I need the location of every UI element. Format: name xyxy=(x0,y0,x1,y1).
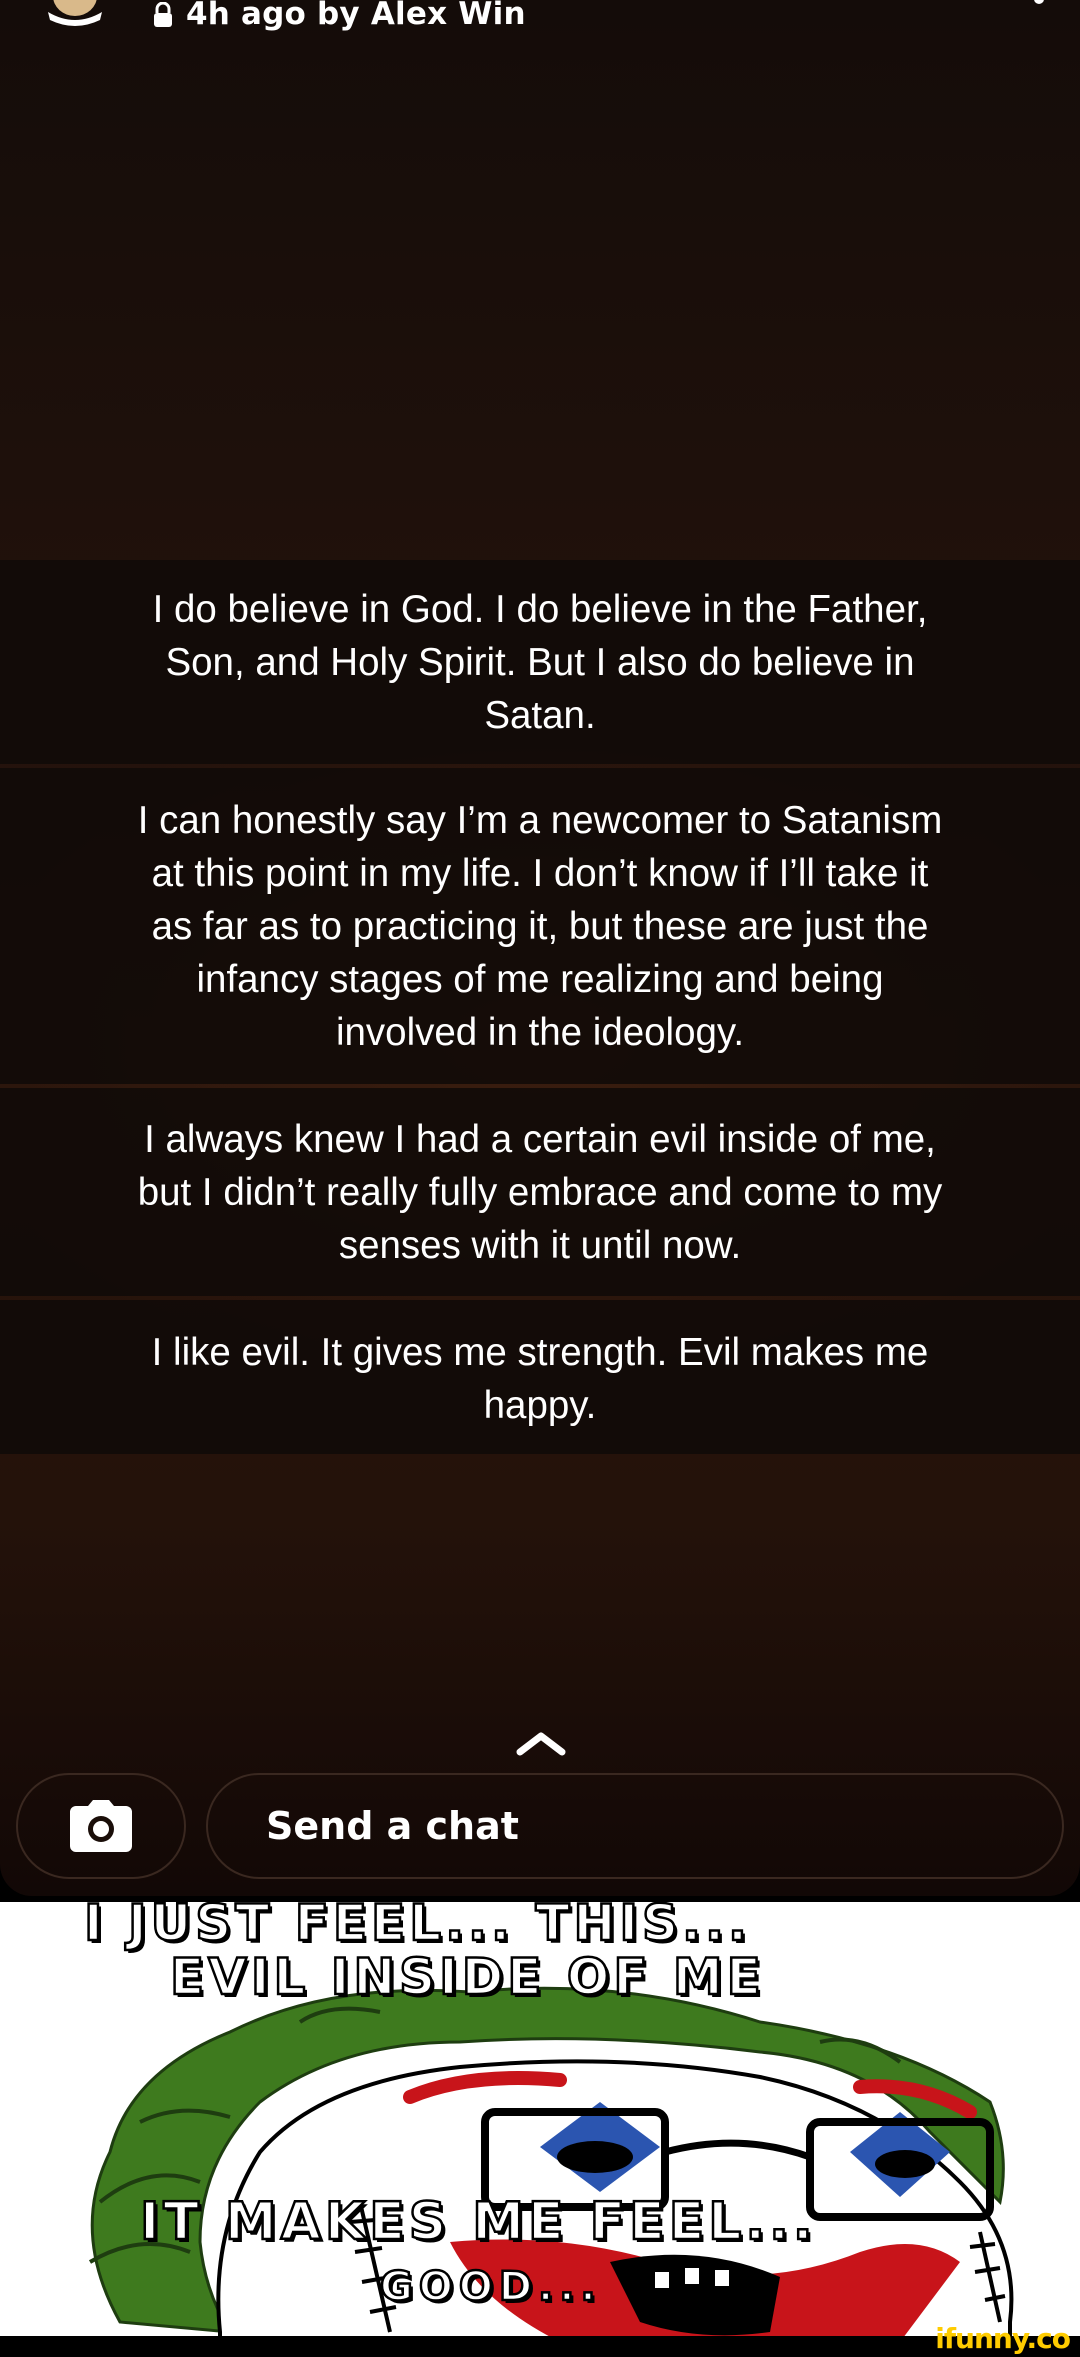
caption-line: I like evil. It gives me strength. Evil … xyxy=(151,1331,929,1374)
story-header: 4h ago by Alex Win xyxy=(0,0,1080,40)
caption-line: at this point in my life. I don’t know i… xyxy=(151,851,929,895)
caption-line: I do believe in God. I do believe in the… xyxy=(152,587,928,631)
camera-icon xyxy=(70,1800,132,1852)
send-chat-input[interactable]: Send a chat xyxy=(206,1773,1064,1879)
more-options-icon[interactable] xyxy=(1034,0,1044,4)
camera-button[interactable] xyxy=(16,1773,186,1879)
avatar[interactable] xyxy=(40,0,110,26)
story-byline: 4h ago by Alex Win xyxy=(186,0,526,32)
meme-caption-bottom: IT MAKES ME FEEL... xyxy=(139,2191,817,2254)
snap-story[interactable]: 4h ago by Alex Win I do believe in God. … xyxy=(0,0,1080,1896)
caption-line: Son, and Holy Spirit. But I also do beli… xyxy=(165,640,915,684)
caption-line: Satan. xyxy=(484,693,596,737)
meme-caption-bottom-2: GOOD... xyxy=(379,2263,602,2312)
footer-bar xyxy=(0,2336,1080,2357)
ifunny-watermark: ifunny.co xyxy=(935,2322,1071,2355)
meme-caption-top-2: EVIL INSIDE OF ME xyxy=(169,1947,765,2008)
caption-line: involved in the ideology. xyxy=(335,1010,745,1054)
chevron-up-icon[interactable] xyxy=(514,1728,568,1758)
send-chat-placeholder: Send a chat xyxy=(266,1804,519,1848)
caption-line: I always knew I had a certain evil insid… xyxy=(144,1117,936,1161)
caption-block-1: I do believe in God. I do believe in the… xyxy=(0,560,1080,764)
caption-line: but I didn’t really fully embrace and co… xyxy=(137,1170,943,1214)
caption-block-4: I like evil. It gives me strength. Evil … xyxy=(0,1300,1080,1454)
caption-line: as far as to practicing it, but these ar… xyxy=(151,904,929,948)
caption-block-3: I always knew I had a certain evil insid… xyxy=(0,1088,1080,1296)
caption-block-2: I can honestly say I’m a newcomer to Sat… xyxy=(0,768,1080,1084)
lock-icon xyxy=(154,2,172,27)
caption-line: I can honestly say I’m a newcomer to Sat… xyxy=(137,798,943,842)
joker-meme-image: I JUST FEEL... THIS... EVIL INSIDE OF ME… xyxy=(0,1902,1080,2342)
meme-caption-top: I JUST FEEL... THIS... xyxy=(83,1902,752,1953)
caption-line: senses with it until now. xyxy=(338,1223,742,1267)
caption-line: infancy stages of me realizing and being xyxy=(196,957,884,1001)
caption-line: happy. xyxy=(483,1384,597,1427)
